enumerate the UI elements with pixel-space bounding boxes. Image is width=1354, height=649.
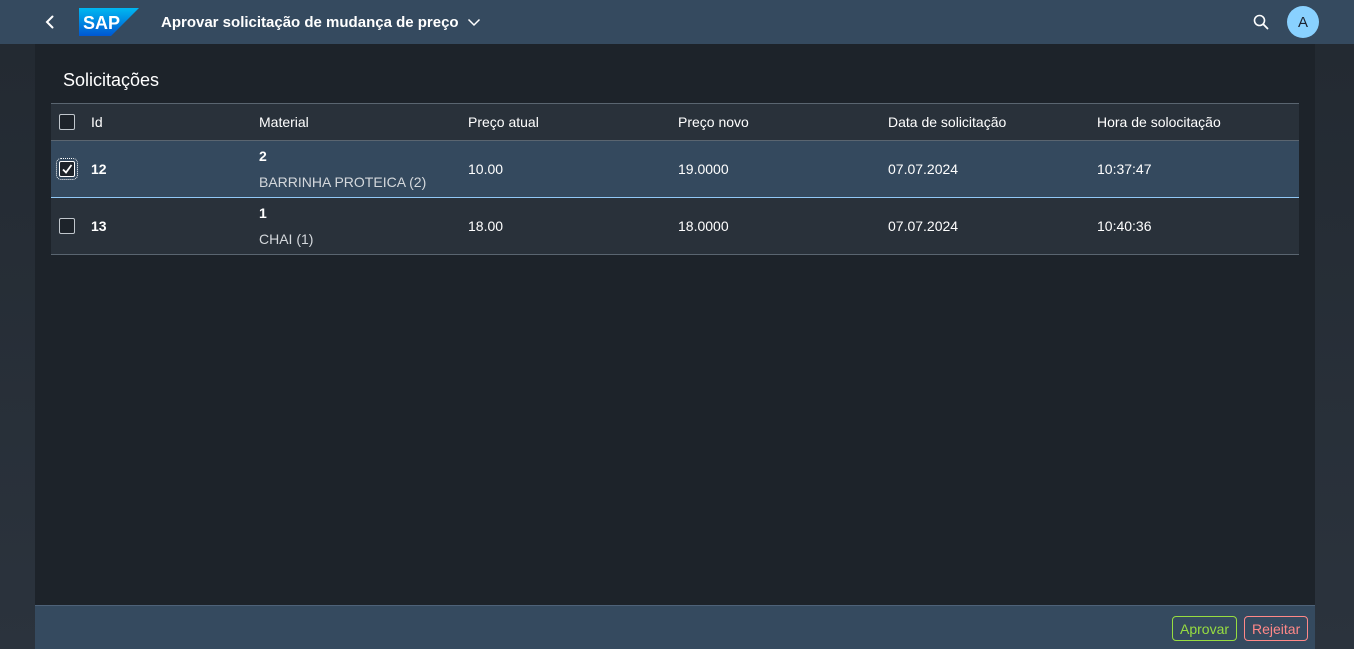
back-arrow-icon xyxy=(45,15,54,29)
left-gutter xyxy=(0,44,35,649)
section-title: Solicitações xyxy=(63,70,160,90)
right-gutter xyxy=(1315,44,1354,649)
row-material: 1 CHAI (1) xyxy=(259,198,313,254)
material-code: 1 xyxy=(259,205,267,221)
sap-logo[interactable]: SAP xyxy=(79,8,139,36)
approve-button[interactable]: Aprovar xyxy=(1172,616,1238,641)
row-checkbox[interactable] xyxy=(56,158,78,180)
row-preco-atual: 10.00 xyxy=(468,161,504,177)
sap-logo-text: SAP xyxy=(83,13,120,33)
shell-bar: SAP Aprovar solicitação de mudança de pr… xyxy=(0,0,1354,44)
row-preco-atual: 18.00 xyxy=(468,218,504,234)
material-code: 2 xyxy=(259,148,267,164)
search-icon xyxy=(1253,14,1269,30)
header-material[interactable]: Material xyxy=(259,104,309,140)
header-hora[interactable]: Hora de solocitação xyxy=(1097,104,1221,140)
table-header-row: Id Material Preço atual Preço novo Data … xyxy=(51,104,1299,141)
header-preco-atual[interactable]: Preço atual xyxy=(468,104,539,140)
row-checkbox[interactable] xyxy=(59,218,75,234)
app-title-menu[interactable]: Aprovar solicitação de mudança de preço xyxy=(161,0,481,44)
back-button[interactable] xyxy=(36,8,64,36)
reject-button[interactable]: Rejeitar xyxy=(1244,616,1309,641)
header-data[interactable]: Data de solicitação xyxy=(888,104,1006,140)
row-id: 13 xyxy=(91,218,107,234)
table-row[interactable]: 13 1 CHAI (1) 18.00 18.0000 07.07.2024 1… xyxy=(51,198,1299,255)
select-all-checkbox[interactable] xyxy=(59,114,75,130)
chevron-down-icon xyxy=(467,18,480,27)
row-preco-novo: 19.0000 xyxy=(678,161,729,177)
search-button[interactable] xyxy=(1249,10,1273,34)
row-data: 07.07.2024 xyxy=(888,218,959,234)
row-hora: 10:40:36 xyxy=(1097,218,1152,234)
footer-toolbar: Aprovar Rejeitar xyxy=(35,605,1315,649)
header-id[interactable]: Id xyxy=(91,104,103,140)
row-data: 07.07.2024 xyxy=(888,161,959,177)
row-hora: 10:37:47 xyxy=(1097,161,1152,177)
requests-table: Id Material Preço atual Preço novo Data … xyxy=(51,103,1299,255)
checkmark-icon xyxy=(62,164,73,174)
user-avatar[interactable]: A xyxy=(1287,6,1319,38)
table-row[interactable]: 12 2 BARRINHA PROTEICA (2) 10.00 19.0000… xyxy=(51,141,1299,198)
app-title: Aprovar solicitação de mudança de preço xyxy=(161,13,459,31)
row-id: 12 xyxy=(91,161,107,177)
material-name: CHAI (1) xyxy=(259,231,314,247)
row-material: 2 BARRINHA PROTEICA (2) xyxy=(259,141,426,197)
header-preco-novo[interactable]: Preço novo xyxy=(678,104,749,140)
material-name: BARRINHA PROTEICA (2) xyxy=(259,174,427,190)
row-preco-novo: 18.0000 xyxy=(678,218,729,234)
